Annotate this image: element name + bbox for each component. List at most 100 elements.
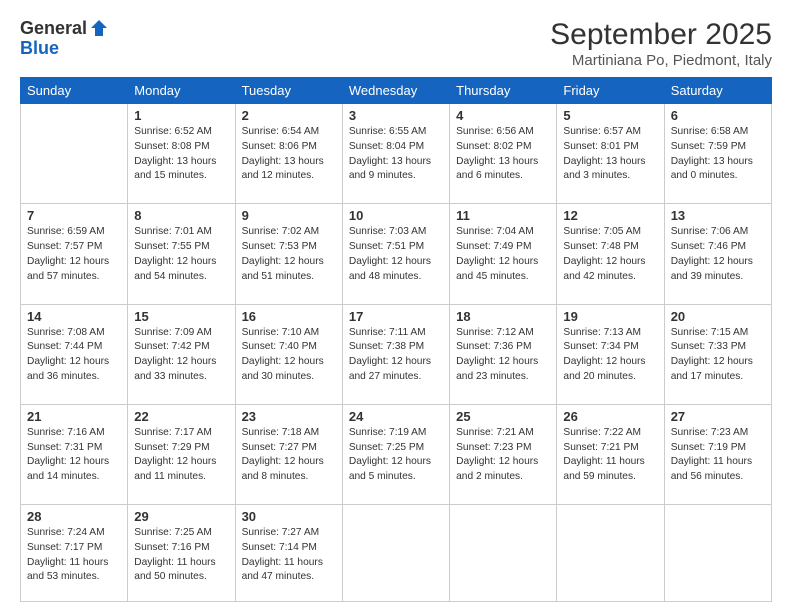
day-number: 29 — [134, 509, 228, 524]
day-info: Sunrise: 7:09 AM Sunset: 7:42 PM Dayligh… — [134, 326, 228, 385]
table-row: 27 Sunrise: 7:23 AM Sunset: 7:19 PM Dayli… — [664, 404, 771, 504]
table-row: 3Sunrise: 6:55 AM Sunset: 8:04 PM Daylig… — [342, 104, 449, 204]
day-number: 22 — [134, 409, 228, 424]
day-number: 14 — [27, 309, 121, 324]
day-info: Sunrise: 7:17 AM Sunset: 7:29 PM Dayligh… — [134, 426, 228, 485]
day-number: 2 — [242, 108, 336, 123]
day-number: 1 — [134, 108, 228, 123]
table-row: 20 Sunrise: 7:15 AM Sunset: 7:33 PM Dayli… — [664, 304, 771, 404]
day-info: Sunrise: 7:12 AM Sunset: 7:36 PM Dayligh… — [456, 326, 550, 385]
day-number: 28 — [27, 509, 121, 524]
table-row: 25 Sunrise: 7:21 AM Sunset: 7:23 PM Dayli… — [450, 404, 557, 504]
day-number: 13 — [671, 208, 765, 223]
table-row: 9 Sunrise: 7:02 AM Sunset: 7:53 PM Daylig… — [235, 204, 342, 304]
header-sunday: Sunday — [21, 78, 128, 104]
day-number: 5 — [563, 108, 657, 123]
day-info: Sunrise: 7:24 AM Sunset: 7:17 PM Dayligh… — [27, 526, 121, 585]
table-row: 17 Sunrise: 7:11 AM Sunset: 7:38 PM Dayli… — [342, 304, 449, 404]
table-row: 22 Sunrise: 7:17 AM Sunset: 7:29 PM Dayli… — [128, 404, 235, 504]
day-info: Sunrise: 7:04 AM Sunset: 7:49 PM Dayligh… — [456, 225, 550, 284]
day-info: Sunrise: 7:15 AM Sunset: 7:33 PM Dayligh… — [671, 326, 765, 385]
day-info: Sunrise: 7:02 AM Sunset: 7:53 PM Dayligh… — [242, 225, 336, 284]
day-info: Sunrise: 7:27 AM Sunset: 7:14 PM Dayligh… — [242, 526, 336, 585]
day-info: Sunrise: 6:54 AM Sunset: 8:06 PM Dayligh… — [242, 125, 336, 184]
day-info: Sunrise: 7:23 AM Sunset: 7:19 PM Dayligh… — [671, 426, 765, 485]
table-row: 19 Sunrise: 7:13 AM Sunset: 7:34 PM Dayli… — [557, 304, 664, 404]
day-info: Sunrise: 7:21 AM Sunset: 7:23 PM Dayligh… — [456, 426, 550, 485]
day-info: Sunrise: 6:55 AM Sunset: 8:04 PM Dayligh… — [349, 125, 443, 184]
table-row — [450, 505, 557, 602]
day-info: Sunrise: 6:57 AM Sunset: 8:01 PM Dayligh… — [563, 125, 657, 184]
day-info: Sunrise: 6:59 AM Sunset: 7:57 PM Dayligh… — [27, 225, 121, 284]
day-number: 11 — [456, 208, 550, 223]
day-number: 19 — [563, 309, 657, 324]
day-number: 12 — [563, 208, 657, 223]
header-tuesday: Tuesday — [235, 78, 342, 104]
table-row — [342, 505, 449, 602]
calendar-header-row: Sunday Monday Tuesday Wednesday Thursday… — [21, 78, 772, 104]
logo: General Blue — [20, 18, 109, 59]
day-info: Sunrise: 7:22 AM Sunset: 7:21 PM Dayligh… — [563, 426, 657, 485]
day-number: 9 — [242, 208, 336, 223]
day-info: Sunrise: 7:10 AM Sunset: 7:40 PM Dayligh… — [242, 326, 336, 385]
table-row: 15Sunrise: 7:09 AM Sunset: 7:42 PM Dayli… — [128, 304, 235, 404]
table-row: 21 Sunrise: 7:16 AM Sunset: 7:31 PM Dayli… — [21, 404, 128, 504]
table-row: 26Sunrise: 7:22 AM Sunset: 7:21 PM Dayli… — [557, 404, 664, 504]
day-info: Sunrise: 7:13 AM Sunset: 7:34 PM Dayligh… — [563, 326, 657, 385]
logo-blue-text: Blue — [20, 38, 59, 58]
day-info: Sunrise: 7:05 AM Sunset: 7:48 PM Dayligh… — [563, 225, 657, 284]
table-row — [664, 505, 771, 602]
day-info: Sunrise: 7:25 AM Sunset: 7:16 PM Dayligh… — [134, 526, 228, 585]
day-number: 8 — [134, 208, 228, 223]
logo-general-text: General — [20, 19, 87, 37]
table-row: 29 Sunrise: 7:25 AM Sunset: 7:16 PM Dayli… — [128, 505, 235, 602]
table-row: 6 Sunrise: 6:58 AM Sunset: 7:59 PM Daylig… — [664, 104, 771, 204]
table-row: 7 Sunrise: 6:59 AM Sunset: 7:57 PM Daylig… — [21, 204, 128, 304]
day-number: 24 — [349, 409, 443, 424]
day-number: 18 — [456, 309, 550, 324]
table-row: 14 Sunrise: 7:08 AM Sunset: 7:44 PM Dayli… — [21, 304, 128, 404]
day-info: Sunrise: 7:19 AM Sunset: 7:25 PM Dayligh… — [349, 426, 443, 485]
day-info: Sunrise: 7:18 AM Sunset: 7:27 PM Dayligh… — [242, 426, 336, 485]
header-monday: Monday — [128, 78, 235, 104]
table-row: 1 Sunrise: 6:52 AM Sunset: 8:08 PM Daylig… — [128, 104, 235, 204]
day-info: Sunrise: 7:06 AM Sunset: 7:46 PM Dayligh… — [671, 225, 765, 284]
day-number: 7 — [27, 208, 121, 223]
day-info: Sunrise: 7:01 AM Sunset: 7:55 PM Dayligh… — [134, 225, 228, 284]
header-thursday: Thursday — [450, 78, 557, 104]
header: General Blue September 2025 Martiniana P… — [20, 18, 772, 69]
logo-icon — [89, 18, 109, 38]
day-number: 10 — [349, 208, 443, 223]
day-number: 23 — [242, 409, 336, 424]
day-info: Sunrise: 6:52 AM Sunset: 8:08 PM Dayligh… — [134, 125, 228, 184]
day-info: Sunrise: 6:56 AM Sunset: 8:02 PM Dayligh… — [456, 125, 550, 184]
day-number: 25 — [456, 409, 550, 424]
day-number: 21 — [27, 409, 121, 424]
day-info: Sunrise: 7:16 AM Sunset: 7:31 PM Dayligh… — [27, 426, 121, 485]
calendar-body: 1 Sunrise: 6:52 AM Sunset: 8:08 PM Daylig… — [21, 104, 772, 602]
calendar-subtitle: Martiniana Po, Piedmont, Italy — [550, 52, 772, 69]
table-row: 8 Sunrise: 7:01 AM Sunset: 7:55 PM Daylig… — [128, 204, 235, 304]
day-number: 30 — [242, 509, 336, 524]
table-row: 4Sunrise: 6:56 AM Sunset: 8:02 PM Daylig… — [450, 104, 557, 204]
day-number: 6 — [671, 108, 765, 123]
table-row — [557, 505, 664, 602]
table-row: 30 Sunrise: 7:27 AM Sunset: 7:14 PM Dayli… — [235, 505, 342, 602]
header-wednesday: Wednesday — [342, 78, 449, 104]
calendar-table: Sunday Monday Tuesday Wednesday Thursday… — [20, 77, 772, 602]
table-row: 16 Sunrise: 7:10 AM Sunset: 7:40 PM Dayli… — [235, 304, 342, 404]
page: General Blue September 2025 Martiniana P… — [0, 0, 792, 612]
day-number: 20 — [671, 309, 765, 324]
table-row: 12 Sunrise: 7:05 AM Sunset: 7:48 PM Dayli… — [557, 204, 664, 304]
calendar-title: September 2025 — [550, 18, 772, 52]
day-number: 17 — [349, 309, 443, 324]
day-info: Sunrise: 7:03 AM Sunset: 7:51 PM Dayligh… — [349, 225, 443, 284]
day-info: Sunrise: 7:08 AM Sunset: 7:44 PM Dayligh… — [27, 326, 121, 385]
day-info: Sunrise: 6:58 AM Sunset: 7:59 PM Dayligh… — [671, 125, 765, 184]
table-row: 10 Sunrise: 7:03 AM Sunset: 7:51 PM Dayli… — [342, 204, 449, 304]
day-number: 16 — [242, 309, 336, 324]
day-info: Sunrise: 7:11 AM Sunset: 7:38 PM Dayligh… — [349, 326, 443, 385]
table-row: 5 Sunrise: 6:57 AM Sunset: 8:01 PM Daylig… — [557, 104, 664, 204]
table-row — [21, 104, 128, 204]
day-number: 27 — [671, 409, 765, 424]
